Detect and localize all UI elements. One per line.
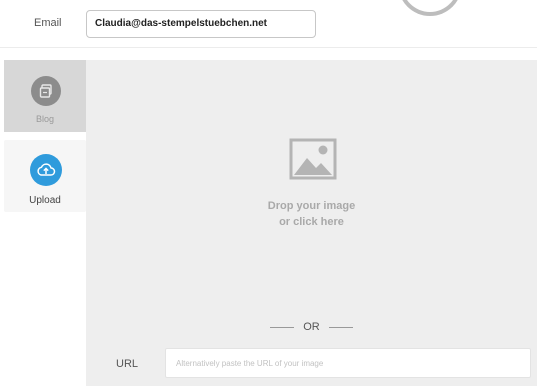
image-upload-panel: Email Claudia@das-stempelstuebchen.net B…	[0, 0, 537, 386]
or-divider: OR	[86, 319, 537, 335]
image-icon	[289, 138, 337, 180]
email-label: Email	[34, 17, 62, 29]
url-input[interactable]	[165, 348, 531, 378]
email-field[interactable]: Claudia@das-stempelstuebchen.net	[86, 10, 316, 38]
sidebar-item-upload[interactable]: Upload	[4, 140, 86, 212]
blog-icon	[31, 76, 61, 106]
url-label: URL	[116, 358, 139, 370]
or-label: OR	[303, 321, 320, 333]
email-row: Email Claudia@das-stempelstuebchen.net	[0, 0, 537, 48]
upload-cloud-icon	[30, 154, 62, 186]
dropzone-subtext: or click here	[279, 216, 344, 228]
image-dropzone[interactable]: Drop your image or click here OR URL	[86, 60, 537, 386]
avatar-ring-icon	[398, 0, 462, 16]
sidebar-item-blog[interactable]: Blog	[4, 60, 86, 132]
sidebar: Blog Upload	[0, 60, 86, 386]
sidebar-item-label: Blog	[35, 114, 54, 124]
divider-line	[328, 326, 353, 328]
sidebar-item-label: Upload	[29, 195, 61, 206]
divider-line	[270, 326, 295, 328]
dropzone-text: Drop your image	[267, 200, 356, 212]
